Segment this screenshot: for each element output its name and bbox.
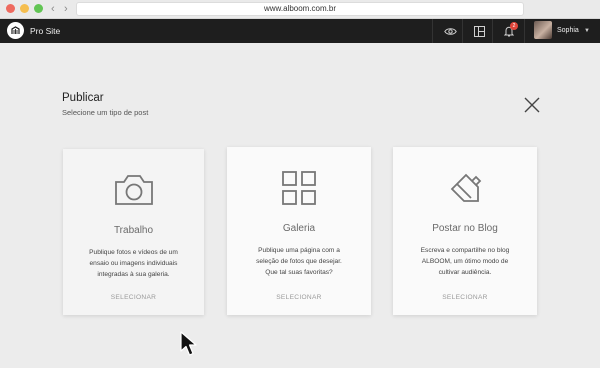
avatar[interactable] [534,21,552,39]
url-text: www.alboom.com.br [263,4,337,13]
close-icon[interactable] [522,95,542,115]
brand-name: Pro Site [30,26,61,36]
divider [492,19,493,43]
card-description: Publique fotos e vídeos de um ensaio ou … [89,249,178,278]
select-button[interactable]: SELECIONAR [393,294,537,301]
divider [524,19,525,43]
pencil-icon [450,173,482,202]
card-galeria[interactable]: Galeria Publique uma página com a seleçã… [227,147,371,315]
browser-chrome: ‹ › www.alboom.com.br [0,0,600,19]
grid-icon [282,171,316,205]
divider [432,19,433,43]
forward-arrow-icon[interactable]: › [64,2,68,16]
preview-eye-icon[interactable] [443,24,457,38]
page-title: Publicar [62,92,104,104]
select-button[interactable]: SELECIONAR [227,294,371,301]
alboom-logo[interactable] [7,22,24,39]
card-description: Publique uma página com a seleção de fot… [256,247,342,276]
card-postar-no-blog[interactable]: Postar no Blog Escreva e compartilhe no … [393,147,537,315]
back-arrow-icon[interactable]: ‹ [51,2,55,16]
app-top-bar: Pro Site 2 Sophia ▼ [0,19,600,43]
card-trabalho[interactable]: Trabalho Publique fotos e vídeos de um e… [63,149,204,315]
card-title: Postar no Blog [432,223,498,234]
logo-icon [11,26,20,34]
close-window-button[interactable] [6,4,15,13]
card-title: Trabalho [113,225,154,236]
chevron-down-icon[interactable]: ▼ [584,19,590,43]
minimize-window-button[interactable] [20,4,29,13]
card-description: Escreva e compartilhe no blog ALBOOM, um… [420,247,510,276]
divider [462,19,463,43]
notification-badge: 2 [510,22,518,30]
user-name[interactable]: Sophia [557,19,579,43]
page-subtitle: Selecione um tipo de post [62,108,149,117]
maximize-window-button[interactable] [34,4,43,13]
address-bar[interactable]: www.alboom.com.br [76,2,524,16]
mouse-cursor-icon [180,331,197,356]
camera-icon [114,175,153,205]
select-button[interactable]: SELECIONAR [63,294,204,301]
publish-modal: Publicar Selecione um tipo de post Traba… [0,43,600,368]
layout-icon[interactable] [472,24,486,38]
card-title: Galeria [282,223,316,234]
